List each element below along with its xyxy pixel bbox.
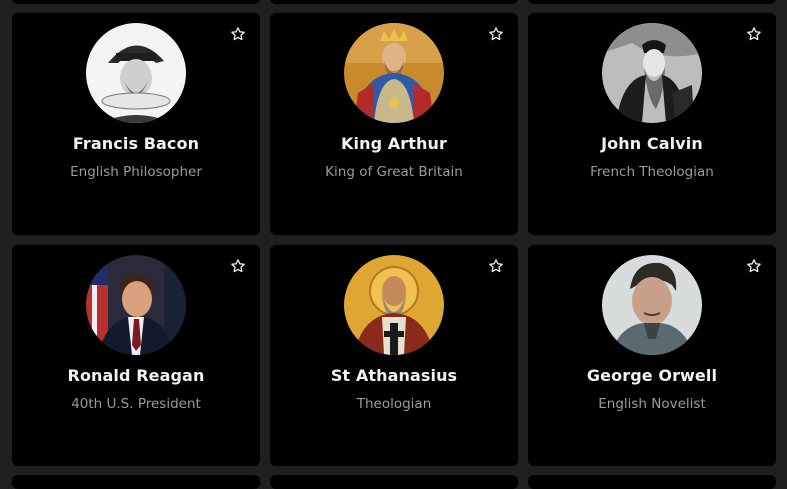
card-partial-bottom [528, 475, 776, 489]
people-grid: Francis Bacon English Philosopher King A… [12, 13, 776, 466]
card-partial-top [12, 0, 260, 4]
person-title: King of Great Britain [325, 164, 463, 180]
avatar-john-calvin [602, 23, 702, 123]
card-partial-top [528, 0, 776, 4]
favorite-star-icon[interactable] [488, 26, 504, 42]
favorite-star-icon[interactable] [746, 258, 762, 274]
person-name: John Calvin [601, 134, 703, 153]
person-card[interactable]: George Orwell English Novelist [528, 245, 776, 466]
person-card[interactable]: Francis Bacon English Philosopher [12, 13, 260, 235]
person-title: Theologian [356, 396, 432, 412]
avatar-francis-bacon [86, 23, 186, 123]
person-title: 40th U.S. President [71, 396, 201, 412]
person-title: English Philosopher [70, 164, 202, 180]
person-name: George Orwell [586, 366, 718, 385]
person-card[interactable]: John Calvin French Theologian [528, 13, 776, 235]
avatar-st-athanasius [344, 255, 444, 355]
avatar-ronald-reagan [86, 255, 186, 355]
person-title: English Novelist [598, 396, 706, 412]
person-name: King Arthur [341, 134, 447, 153]
card-partial-bottom [270, 475, 518, 489]
avatar-king-arthur [344, 23, 444, 123]
person-card[interactable]: St Athanasius Theologian [270, 245, 518, 466]
favorite-star-icon[interactable] [488, 258, 504, 274]
favorite-star-icon[interactable] [230, 26, 246, 42]
person-name: Ronald Reagan [67, 366, 205, 385]
favorite-star-icon[interactable] [746, 26, 762, 42]
person-title: French Theologian [590, 164, 714, 180]
person-card[interactable]: King Arthur King of Great Britain [270, 13, 518, 235]
person-name: Francis Bacon [72, 134, 200, 153]
person-card[interactable]: Ronald Reagan 40th U.S. President [12, 245, 260, 466]
favorite-star-icon[interactable] [230, 258, 246, 274]
card-partial-top [270, 0, 518, 4]
person-name: St Athanasius [330, 366, 458, 385]
avatar-george-orwell [602, 255, 702, 355]
card-partial-bottom [12, 475, 260, 489]
